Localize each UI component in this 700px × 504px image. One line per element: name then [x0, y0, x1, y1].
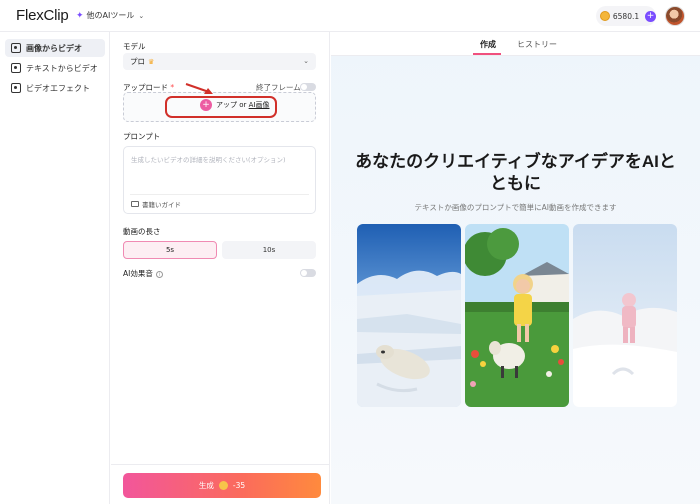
plus-icon: +: [200, 99, 212, 111]
ai-sound-label: AI効果音 i: [123, 268, 163, 279]
polar-scene-image: [357, 224, 461, 407]
duration-10s-button[interactable]: 10s: [222, 241, 316, 259]
model-select[interactable]: プロ ♛ ⌄: [123, 53, 316, 70]
image-video-icon: [11, 43, 21, 53]
flexclip-logo[interactable]: FlexClip: [16, 7, 69, 24]
hero-title: あなたのクリエイティブなアイデアをAIと ともに: [331, 151, 700, 195]
sidebar-item-image-to-video[interactable]: 画像からビデオ: [5, 39, 105, 57]
duration-label: 動画の長さ: [123, 227, 161, 236]
astronaut-scene-image: [573, 224, 677, 407]
prompt-textarea[interactable]: 生成したいビデオの詳細を説明ください(オプション) 書籍いガイド: [123, 146, 316, 214]
sidebar-item-label: ビデオエフェクト: [26, 83, 90, 93]
sidebar: 画像からビデオ テキストからビデオ ビデオエフェクト: [0, 32, 110, 504]
upload-button[interactable]: + アップ or AI画像: [200, 99, 269, 111]
annotation-arrow-icon: [185, 83, 213, 94]
guide-label: 書籍いガイド: [142, 201, 181, 209]
info-icon[interactable]: i: [155, 270, 163, 278]
add-credits-icon[interactable]: +: [645, 10, 656, 22]
coin-icon: [600, 11, 610, 21]
hero-subtitle: テキストか画像のプロンプトで簡単にAI動画を作成できます: [414, 203, 617, 212]
end-frame-toggle[interactable]: [300, 83, 316, 91]
generate-cost: -35: [232, 481, 246, 490]
ai-tools-menu[interactable]: ✦ 他のAIツール ⌄: [76, 10, 144, 21]
sample-image-girl-sheep[interactable]: [465, 224, 569, 407]
required-marker: *: [170, 83, 175, 92]
hero-title-line2: ともに: [490, 174, 541, 193]
chevron-down-icon: ⌄: [138, 11, 145, 20]
sample-image-astronaut[interactable]: [573, 224, 677, 407]
sparkle-icon: ✦: [76, 10, 84, 21]
sidebar-item-text-to-video[interactable]: テキストからビデオ: [5, 59, 105, 77]
sample-image-polar-bear[interactable]: [357, 224, 461, 407]
garden-scene-image: [465, 224, 569, 407]
chevron-down-icon: ⌄: [303, 57, 309, 65]
top-bar: FlexClip ✦ 他のAIツール ⌄ 6580.1 +: [0, 0, 700, 32]
sidebar-item-label: 画像からビデオ: [26, 43, 82, 53]
prompt-label: プロンプト: [123, 132, 161, 141]
text-video-icon: [11, 63, 21, 73]
prompt-placeholder: 生成したいビデオの詳細を説明ください(オプション): [131, 156, 286, 164]
duration-5s-button[interactable]: 5s: [123, 241, 217, 259]
divider: [130, 194, 309, 195]
model-label: モデル: [123, 42, 146, 51]
writing-guide-link[interactable]: 書籍いガイド: [131, 199, 181, 209]
hero-title-line1: あなたのクリエイティブなアイデアをAIと: [355, 152, 676, 171]
generate-button[interactable]: 生成 -35: [123, 473, 321, 498]
active-tab-indicator: [473, 53, 501, 55]
settings-panel: モデル プロ ♛ ⌄ アップロード * 終了フレーム + アップ or AI画像…: [111, 32, 330, 504]
ai-image-link[interactable]: AI画像: [249, 101, 270, 109]
credits-badge[interactable]: 6580.1 +: [596, 6, 656, 26]
ai-sound-toggle[interactable]: [300, 269, 316, 277]
generate-label: 生成: [198, 481, 214, 490]
upload-dropzone[interactable]: + アップ or AI画像: [123, 92, 316, 122]
tab-bar: 作成 ヒストリー: [331, 32, 700, 56]
crown-icon: ♛: [148, 57, 155, 66]
preview-area: 作成 ヒストリー あなたのクリエイティブなアイデアをAIと ともに テキストか画…: [331, 32, 700, 504]
sidebar-item-video-effects[interactable]: ビデオエフェクト: [5, 79, 105, 97]
sidebar-item-label: テキストからビデオ: [26, 63, 98, 73]
video-effect-icon: [11, 83, 21, 93]
model-value: プロ: [130, 57, 145, 66]
book-icon: [131, 201, 139, 207]
coin-icon: [218, 481, 228, 490]
tab-create[interactable]: 作成: [480, 39, 496, 50]
tab-history[interactable]: ヒストリー: [517, 39, 557, 50]
ai-tools-label: 他のAIツール: [86, 11, 135, 20]
avatar[interactable]: [665, 6, 685, 26]
upload-button-label: アップ or AI画像: [216, 101, 270, 109]
credits-value: 6580.1: [612, 11, 640, 21]
app-window: FlexClip ✦ 他のAIツール ⌄ 6580.1 + 画像からビデオ テキ…: [0, 0, 700, 504]
